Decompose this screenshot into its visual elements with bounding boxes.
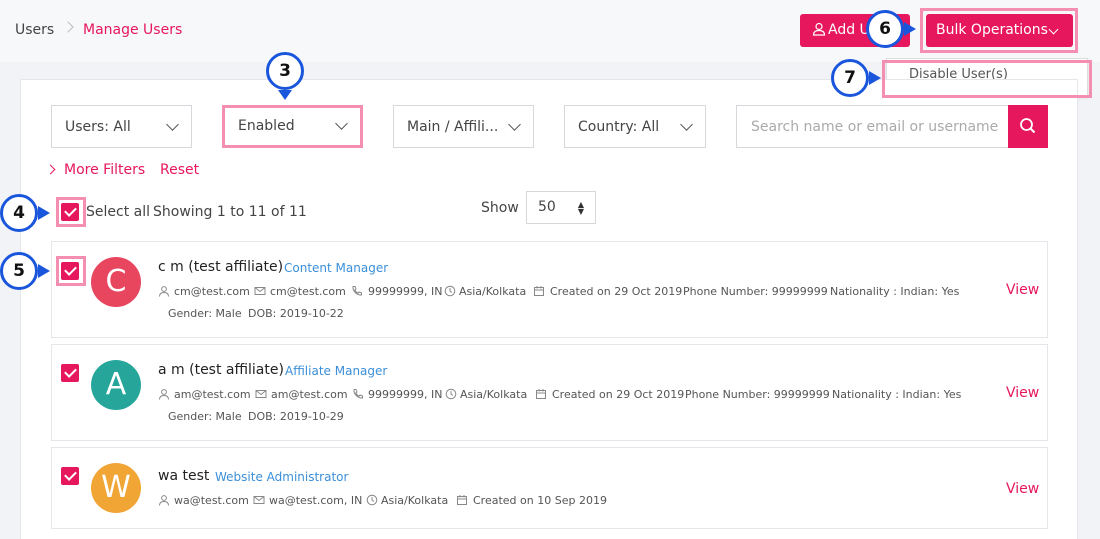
envelope-icon — [253, 496, 265, 504]
show-label: Show — [481, 200, 519, 216]
user-icon — [159, 389, 169, 400]
reset-link[interactable]: Reset — [160, 162, 199, 178]
clock-icon — [366, 494, 378, 506]
page-size-select[interactable]: 50 ▲ ▼ — [526, 191, 596, 224]
clock-icon — [444, 285, 456, 297]
chevron-down-icon — [680, 118, 693, 131]
calendar-icon — [457, 495, 467, 505]
country-filter-select[interactable]: Country: All — [564, 105, 706, 148]
annotation-marker-3: 3 — [266, 52, 304, 90]
avatar: A — [91, 360, 141, 410]
user-email: wa@test.com, IN — [269, 494, 363, 507]
user-username: am@test.com — [174, 388, 251, 401]
type-filter-select[interactable]: Main / Affili... — [393, 105, 534, 148]
user-phone: 99999999, IN — [368, 388, 443, 401]
envelope-icon — [254, 287, 266, 295]
type-filter-value: Main / Affili... — [407, 119, 499, 135]
annotation-marker-6: 6 — [866, 10, 904, 48]
calendar-icon — [534, 286, 544, 296]
more-filters-link[interactable]: More Filters — [64, 162, 145, 178]
user-nationality: Nationality : Indian: Yes — [830, 285, 960, 298]
breadcrumb-users[interactable]: Users — [15, 22, 54, 38]
user-timezone: Asia/Kolkata — [460, 388, 528, 401]
user-dob: DOB: 2019-10-29 — [248, 410, 344, 423]
status-filter-value: Enabled — [238, 118, 295, 134]
user-role[interactable]: Affiliate Manager — [285, 364, 387, 378]
user-nationality: Nationality : Indian: Yes — [832, 388, 962, 401]
marker-pointer — [38, 264, 50, 278]
showing-count: Showing 1 to 11 of 11 — [153, 204, 307, 220]
chevron-down-icon — [1048, 24, 1059, 35]
marker-pointer — [38, 206, 50, 220]
user-created: Created on 29 Oct 2019 — [552, 388, 685, 401]
avatar: W — [91, 463, 141, 513]
phone-icon — [353, 389, 363, 399]
chevron-down-icon — [335, 117, 348, 130]
user-timezone: Asia/Kolkata — [381, 494, 449, 507]
marker-pointer — [869, 71, 881, 85]
envelope-icon — [255, 390, 267, 398]
user-created: Created on 29 Oct 2019 — [550, 285, 683, 298]
user-gender: Gender: Male — [168, 410, 242, 423]
page-size-value: 50 — [538, 199, 556, 215]
user-name: a m (test affiliate) — [158, 362, 284, 378]
annotation-marker-4: 4 — [0, 194, 38, 232]
user-icon — [159, 286, 169, 297]
user-checkbox[interactable] — [61, 262, 79, 280]
user-created: Created on 10 Sep 2019 — [473, 494, 607, 507]
user-checkbox[interactable] — [61, 467, 79, 485]
add-user-label: Add U — [828, 22, 870, 38]
sort-arrows-icon: ▲ ▼ — [577, 200, 584, 216]
user-timezone: Asia/Kolkata — [459, 285, 527, 298]
user-gender: Gender: Male — [168, 307, 242, 320]
bulk-operations-label: Bulk Operations — [936, 22, 1048, 38]
user-card — [51, 447, 1048, 529]
user-email: am@test.com — [271, 388, 348, 401]
user-name: wa test — [158, 468, 210, 484]
search-input[interactable] — [736, 105, 1009, 148]
user-phone-number: Phone Number: 99999999 — [683, 285, 828, 298]
bulk-operations-button[interactable]: Bulk Operations — [926, 14, 1073, 47]
user-username: wa@test.com — [174, 494, 249, 507]
user-icon — [159, 495, 169, 506]
select-all-label: Select all — [86, 204, 150, 220]
status-filter-select[interactable]: Enabled — [222, 105, 363, 148]
user-phone: 99999999, IN — [368, 285, 443, 298]
user-role[interactable]: Content Manager — [284, 261, 388, 275]
users-filter-value: Users: All — [65, 119, 131, 135]
chevron-down-icon — [508, 118, 521, 131]
annotation-marker-5: 5 — [0, 252, 38, 290]
chevron-down-icon — [166, 118, 179, 131]
calendar-icon — [536, 389, 546, 399]
view-link[interactable]: View — [1006, 385, 1039, 401]
user-phone-number: Phone Number: 99999999 — [685, 388, 830, 401]
country-filter-value: Country: All — [578, 119, 660, 135]
select-all-checkbox[interactable] — [61, 203, 79, 221]
avatar: C — [91, 257, 141, 307]
user-icon — [812, 22, 826, 36]
users-filter-select[interactable]: Users: All — [51, 105, 192, 148]
view-link[interactable]: View — [1006, 282, 1039, 298]
annotation-marker-7: 7 — [831, 59, 869, 97]
clock-icon — [445, 388, 457, 400]
phone-icon — [352, 286, 362, 296]
marker-pointer — [904, 22, 916, 36]
view-link[interactable]: View — [1006, 481, 1039, 497]
search-icon — [1020, 118, 1036, 134]
user-name: c m (test affiliate) — [158, 259, 284, 275]
user-email: cm@test.com — [270, 285, 346, 298]
user-username: cm@test.com — [174, 285, 250, 298]
search-button[interactable] — [1008, 105, 1048, 148]
user-checkbox[interactable] — [61, 364, 79, 382]
user-role[interactable]: Website Administrator — [215, 470, 348, 484]
marker-pointer — [278, 90, 292, 100]
breadcrumb-current: Manage Users — [83, 22, 183, 38]
user-dob: DOB: 2019-10-22 — [248, 307, 344, 320]
